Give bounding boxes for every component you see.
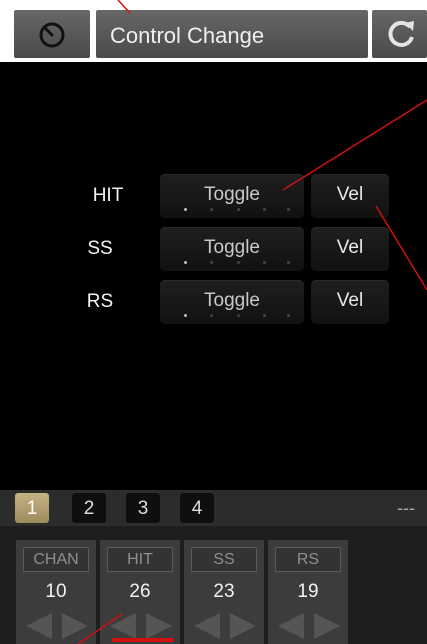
toggle-dots [182,261,292,267]
param-value: 26 [129,581,151,602]
increment-arrow-icon[interactable] [58,611,92,641]
decrement-arrow-icon[interactable] [106,611,140,641]
param-column-chan: CHAN 10 [16,540,96,644]
header-bar: Control Change [0,0,427,62]
bank-selector: 1 2 3 4 --- [0,490,427,526]
tempo-button[interactable] [14,10,90,58]
bank-button-2[interactable]: 2 [72,493,106,523]
toggle-button-ss[interactable]: Toggle [160,227,304,271]
increment-arrow-icon[interactable] [142,611,176,641]
toggle-dots [182,314,292,320]
param-column-rs: RS 19 [268,540,348,644]
param-header: HIT [107,547,173,572]
vel-button-ss[interactable]: Vel [311,227,389,271]
increment-arrow-icon[interactable] [310,611,344,641]
decrement-arrow-icon[interactable] [274,611,308,641]
param-value: 19 [297,581,319,602]
bank-extra-label: --- [397,498,415,518]
refresh-icon [388,20,414,47]
vel-label: Vel [336,237,364,258]
refresh-button[interactable] [372,10,427,58]
param-value: 23 [213,581,235,602]
param-column-ss: SS 23 [184,540,264,644]
toggle-dots [182,208,292,214]
param-header: SS [191,547,257,572]
decrement-arrow-icon[interactable] [22,611,56,641]
param-value: 10 [45,581,67,602]
bank-button-4[interactable]: 4 [180,493,214,523]
tempo-dial-icon [39,22,65,48]
param-header: RS [275,547,341,572]
toggle-button-rs[interactable]: Toggle [160,280,304,324]
toggle-label: Toggle [204,237,260,258]
row-label-rs: RS [86,291,114,312]
vel-button-hit[interactable]: Vel [311,174,389,218]
parameter-panel: CHAN 10 HIT 26 SS 23 RS 19 [0,526,427,644]
param-column-hit: HIT 26 [100,540,180,644]
toggle-button-hit[interactable]: Toggle [160,174,304,218]
toggle-label: Toggle [204,184,260,205]
vel-button-rs[interactable]: Vel [311,280,389,324]
bank-button-3[interactable]: 3 [126,493,160,523]
vel-label: Vel [336,290,364,311]
toggle-label: Toggle [204,290,260,311]
vel-label: Vel [336,184,364,205]
bank-button-1[interactable]: 1 [15,493,49,523]
mode-title-button[interactable]: Control Change [96,10,368,58]
increment-arrow-icon[interactable] [226,611,260,641]
row-label-hit: HIT [92,185,124,206]
param-header: CHAN [23,547,89,572]
row-label-ss: SS [87,238,113,259]
decrement-arrow-icon[interactable] [190,611,224,641]
page-title: Control Change [110,23,265,48]
selection-underline [112,638,174,642]
